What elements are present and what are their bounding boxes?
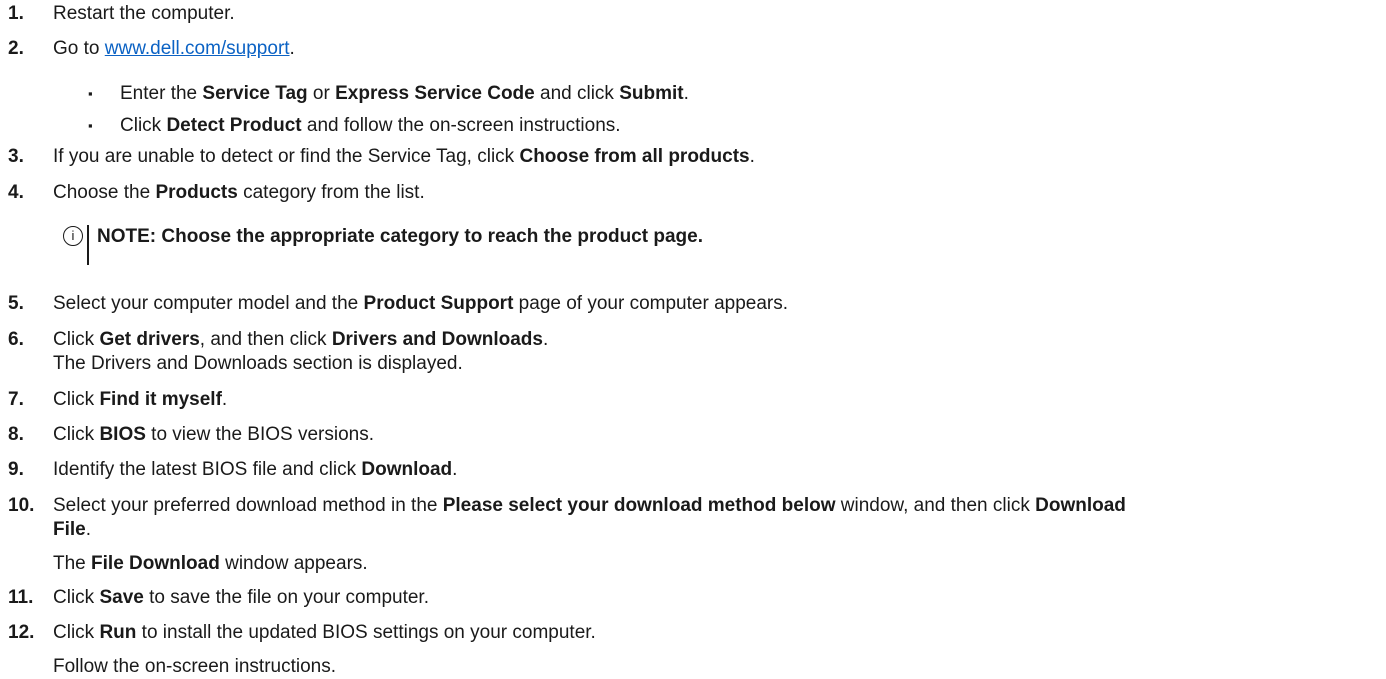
step-number: 5. bbox=[8, 293, 24, 314]
step-text: Click Run to install the updated BIOS se… bbox=[53, 622, 596, 643]
step-number: 6. bbox=[8, 329, 24, 350]
bullet-text: Enter the Service Tag or Express Service… bbox=[120, 83, 689, 104]
step-number: 12. bbox=[8, 622, 35, 643]
dell-support-link[interactable]: www.dell.com/support bbox=[105, 38, 290, 59]
info-icon: i bbox=[63, 226, 83, 246]
step-text: Click BIOS to view the BIOS versions. bbox=[53, 424, 374, 445]
step-number: 4. bbox=[8, 182, 24, 203]
step-number: 3. bbox=[8, 146, 24, 167]
step-result-text: The Drivers and Downloads section is dis… bbox=[53, 353, 463, 374]
step-result-text: The File Download window appears. bbox=[53, 553, 368, 574]
step-number: 11. bbox=[8, 587, 34, 608]
bullet-icon: ▪ bbox=[88, 118, 93, 133]
step-number: 7. bbox=[8, 389, 24, 410]
step-text: Click Save to save the file on your comp… bbox=[53, 587, 429, 608]
step-number: 9. bbox=[8, 459, 24, 480]
step-text: Select your preferred download method in… bbox=[53, 495, 1126, 516]
step-text: Go to www.dell.com/support. bbox=[53, 38, 295, 59]
step-text: Identify the latest BIOS file and click … bbox=[53, 459, 458, 480]
step-text: Click Find it myself. bbox=[53, 389, 228, 410]
note-box: i NOTE: Choose the appropriate category … bbox=[0, 225, 1376, 265]
step-number: 8. bbox=[8, 424, 24, 445]
step-number: 2. bbox=[8, 38, 24, 59]
note-text: NOTE: Choose the appropriate category to… bbox=[97, 226, 703, 247]
bullet-text: Click Detect Product and follow the on-s… bbox=[120, 115, 621, 136]
step-result-text: Follow the on-screen instructions. bbox=[53, 656, 337, 677]
note-divider bbox=[87, 225, 89, 265]
step-text: If you are unable to detect or find the … bbox=[53, 146, 755, 167]
step-number: 10. bbox=[8, 495, 35, 516]
step-number: 1. bbox=[8, 3, 24, 24]
step-text-cont: File. bbox=[53, 519, 92, 540]
step-text: Choose the Products category from the li… bbox=[53, 182, 425, 203]
step-text: Select your computer model and the Produ… bbox=[53, 293, 789, 314]
step-text: Restart the computer. bbox=[53, 3, 235, 24]
bullet-icon: ▪ bbox=[88, 86, 93, 101]
step-text: Click Get drivers, and then click Driver… bbox=[53, 329, 549, 350]
instructions-document: 1. Restart the computer. 2. Go to www.de… bbox=[0, 0, 1386, 677]
